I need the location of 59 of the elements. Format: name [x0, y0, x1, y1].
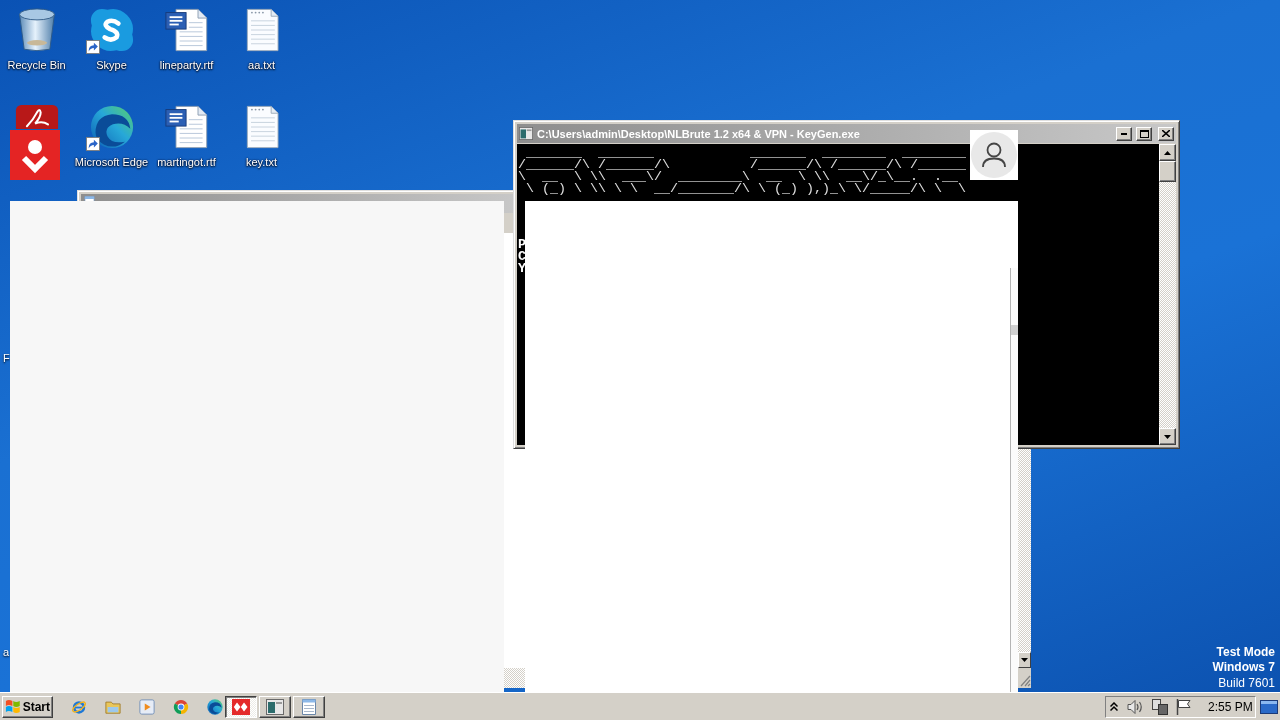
browser-icon[interactable] — [207, 698, 223, 715]
os-name-text: Windows 7 — [1212, 660, 1275, 675]
test-mode-text: Test Mode — [1215, 645, 1275, 660]
size-grip-icon[interactable] — [1018, 668, 1031, 688]
build-number-text: Build 7601 — [1217, 676, 1275, 691]
minimize-button[interactable] — [1116, 126, 1132, 141]
browser-icon[interactable] — [89, 105, 134, 149]
speaker-icon[interactable] — [1127, 698, 1144, 715]
icon-label[interactable]: lineparty.rtf — [159, 59, 214, 72]
icon-label[interactable]: a — [3, 646, 10, 659]
start-logo-icon — [5, 699, 21, 714]
taskbar-button[interactable] — [225, 695, 257, 718]
icon-label[interactable]: aa.txt — [248, 59, 275, 72]
scroll-up-button[interactable] — [1159, 144, 1176, 161]
maximize-icon — [1139, 129, 1149, 138]
start-button[interactable]: Start — [2, 695, 53, 718]
scrollbar[interactable] — [504, 668, 525, 688]
show-desktop-icon[interactable] — [1260, 699, 1278, 714]
console-icon — [519, 127, 533, 140]
caret-down-icon — [1021, 658, 1028, 662]
scrollbar-thumb[interactable] — [1159, 161, 1176, 182]
app-logo-icon — [232, 698, 250, 715]
ascii-art-line: /______/\ /______/\ /______/\ /______/\ /______ — [518, 159, 966, 171]
document-icon[interactable] — [164, 8, 209, 52]
ascii-art-line: _______ _______ _______ ________ ________ — [526, 147, 966, 159]
icon-label[interactable]: key.txt — [246, 156, 277, 169]
icon-label[interactable]: Recycle Bin — [7, 59, 66, 72]
window-title: C:\Users\admin\Desktop\NLBrute 1.2 x64 & VPN - KeyGen.exe — [537, 127, 861, 140]
icon-label[interactable]: Microsoft Edge — [74, 156, 149, 169]
close-button[interactable] — [1158, 126, 1174, 141]
scrollbar[interactable] — [1010, 268, 1018, 692]
minimize-icon — [1121, 132, 1127, 135]
notepad-icon — [300, 698, 318, 715]
icon-label[interactable]: Skype — [96, 59, 127, 72]
document-icon[interactable] — [164, 105, 209, 149]
icon-label[interactable]: F — [3, 352, 10, 365]
app-icon[interactable] — [14, 105, 59, 129]
clock[interactable]: 2:55 PM — [1208, 699, 1253, 714]
flag-icon[interactable] — [1176, 698, 1191, 715]
caret-up-icon — [1164, 150, 1171, 155]
ascii-art-line: \ (_) \ \\ \ \ __/_______/\ \ (_) ),)_\ \/_____/\ \ \ — [525, 183, 966, 195]
console-text-line: Y — [518, 263, 526, 275]
ascii-art-line: \ __ \ \\ ___\/ ________\ __ \ \\ __\/_\__. .__ — [518, 171, 958, 183]
console-icon — [266, 698, 284, 715]
scroll-down-button[interactable] — [1018, 652, 1031, 668]
icon-label[interactable]: martingot.rtf — [157, 156, 216, 169]
maximize-button[interactable] — [1136, 126, 1152, 141]
network-icon[interactable] — [1152, 698, 1168, 715]
console-text-line: C — [518, 251, 526, 263]
scrollbar[interactable] — [1159, 144, 1176, 445]
app-icon[interactable] — [89, 8, 134, 52]
chevron-up-icon[interactable] — [1110, 702, 1118, 711]
scroll-down-button[interactable] — [1159, 428, 1176, 445]
user-avatar-icon[interactable] — [970, 130, 1018, 180]
console-text-line: P — [518, 239, 526, 251]
caret-down-icon — [1164, 434, 1171, 439]
app-logo-icon[interactable] — [10, 130, 60, 180]
close-icon — [1162, 130, 1170, 137]
scrollbar[interactable] — [1018, 449, 1031, 652]
